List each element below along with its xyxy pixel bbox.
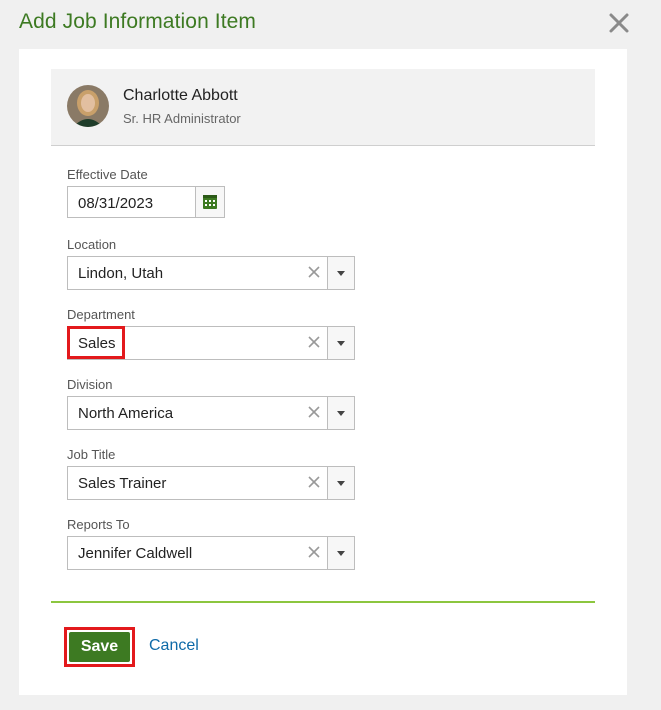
division-label: Division [67,377,113,392]
employee-name: Charlotte Abbott [123,87,238,104]
department-value: Sales [78,335,116,352]
clear-x-icon[interactable] [307,475,321,489]
reports-to-select[interactable]: Jennifer Caldwell [67,536,355,570]
division-dropdown-button[interactable] [327,397,354,429]
chevron-down-icon [337,411,345,416]
division-select[interactable]: North America [67,396,355,430]
job-title-dropdown-button[interactable] [327,467,354,499]
form-divider [51,601,595,603]
effective-date-field[interactable]: 08/31/2023 [67,186,225,218]
dialog-title: Add Job Information Item [19,10,257,33]
cancel-link[interactable]: Cancel [149,637,199,655]
effective-date-label: Effective Date [67,167,148,182]
chevron-down-icon [337,271,345,276]
employee-summary: Charlotte Abbott Sr. HR Administrator [51,69,595,146]
reports-to-dropdown-button[interactable] [327,537,354,569]
save-highlight: Save [64,627,135,667]
dialog-card: Charlotte Abbott Sr. HR Administrator Ef… [19,49,627,695]
department-label: Department [67,307,135,322]
clear-x-icon[interactable] [307,265,321,279]
close-button[interactable] [608,12,630,34]
chevron-down-icon [337,341,345,346]
department-dropdown-button[interactable] [327,327,354,359]
effective-date-value: 08/31/2023 [78,195,154,212]
division-value: North America [78,405,174,422]
reports-to-label: Reports To [67,517,130,532]
clear-x-icon[interactable] [307,405,321,419]
employee-role: Sr. HR Administrator [123,111,241,126]
reports-to-value: Jennifer Caldwell [78,545,193,562]
chevron-down-icon [337,481,345,486]
chevron-down-icon [337,551,345,556]
calendar-icon [203,195,217,209]
calendar-button[interactable] [195,187,224,217]
location-label: Location [67,237,117,252]
location-select[interactable]: Lindon, Utah [67,256,355,290]
clear-x-icon[interactable] [307,335,321,349]
job-title-select[interactable]: Sales Trainer [67,466,355,500]
clear-x-icon[interactable] [307,545,321,559]
location-value: Lindon, Utah [78,265,164,282]
job-title-label: Job Title [67,447,116,462]
department-select[interactable]: Sales [67,326,355,360]
job-title-value: Sales Trainer [78,475,167,492]
close-icon [609,13,629,33]
avatar [67,85,109,127]
save-button[interactable]: Save [69,632,130,662]
location-dropdown-button[interactable] [327,257,354,289]
